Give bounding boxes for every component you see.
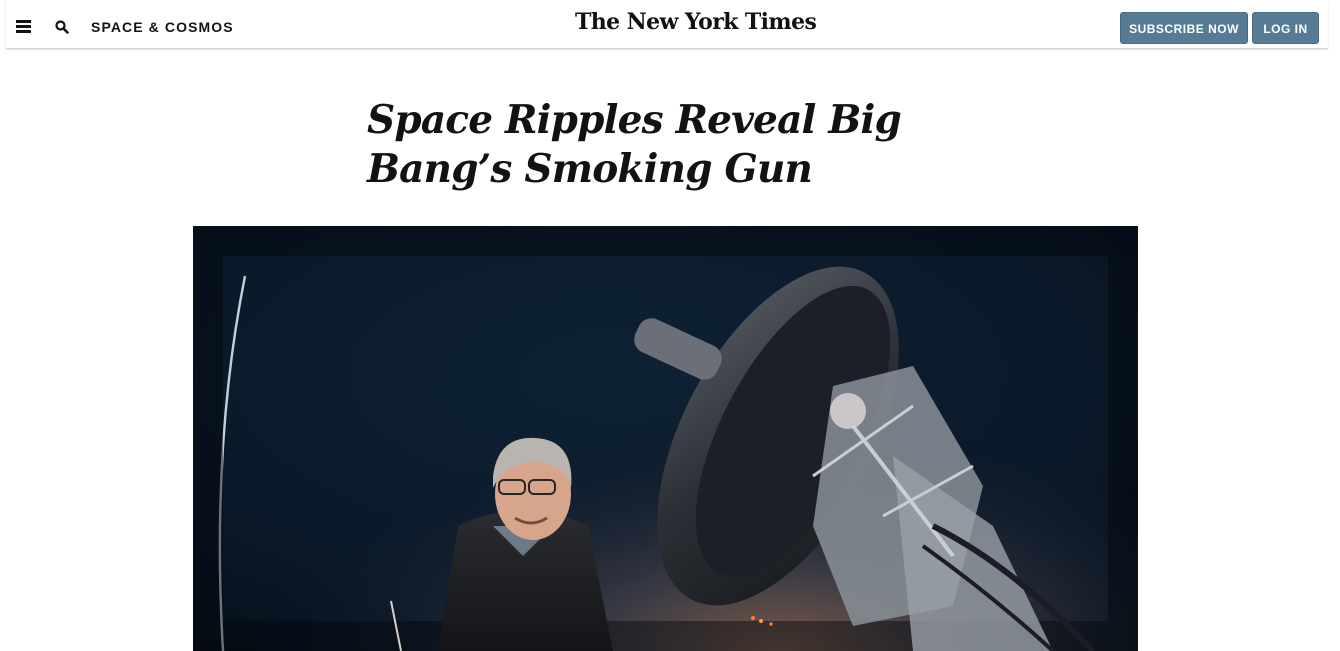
login-button[interactable]: LOG IN [1252, 12, 1319, 44]
article-hero-photo [193, 226, 1138, 651]
telescope-scientist-image [193, 226, 1138, 651]
headline-line-2: Bang’s Smoking Gun [367, 146, 813, 192]
article-headline: Space Ripples Reveal Big Bang’s Smoking … [367, 96, 927, 194]
subscribe-button[interactable]: SUBSCRIBE NOW [1120, 12, 1248, 44]
search-icon[interactable] [55, 20, 69, 34]
top-navigation-bar: SPACE & COSMOS The New York Times SUBSCR… [6, 0, 1328, 49]
nyt-logo[interactable]: The New York Times [575, 9, 817, 35]
headline-line-1: Space Ripples Reveal Big [367, 97, 902, 143]
menu-icon[interactable] [16, 20, 31, 33]
section-link[interactable]: SPACE & COSMOS [91, 19, 234, 35]
